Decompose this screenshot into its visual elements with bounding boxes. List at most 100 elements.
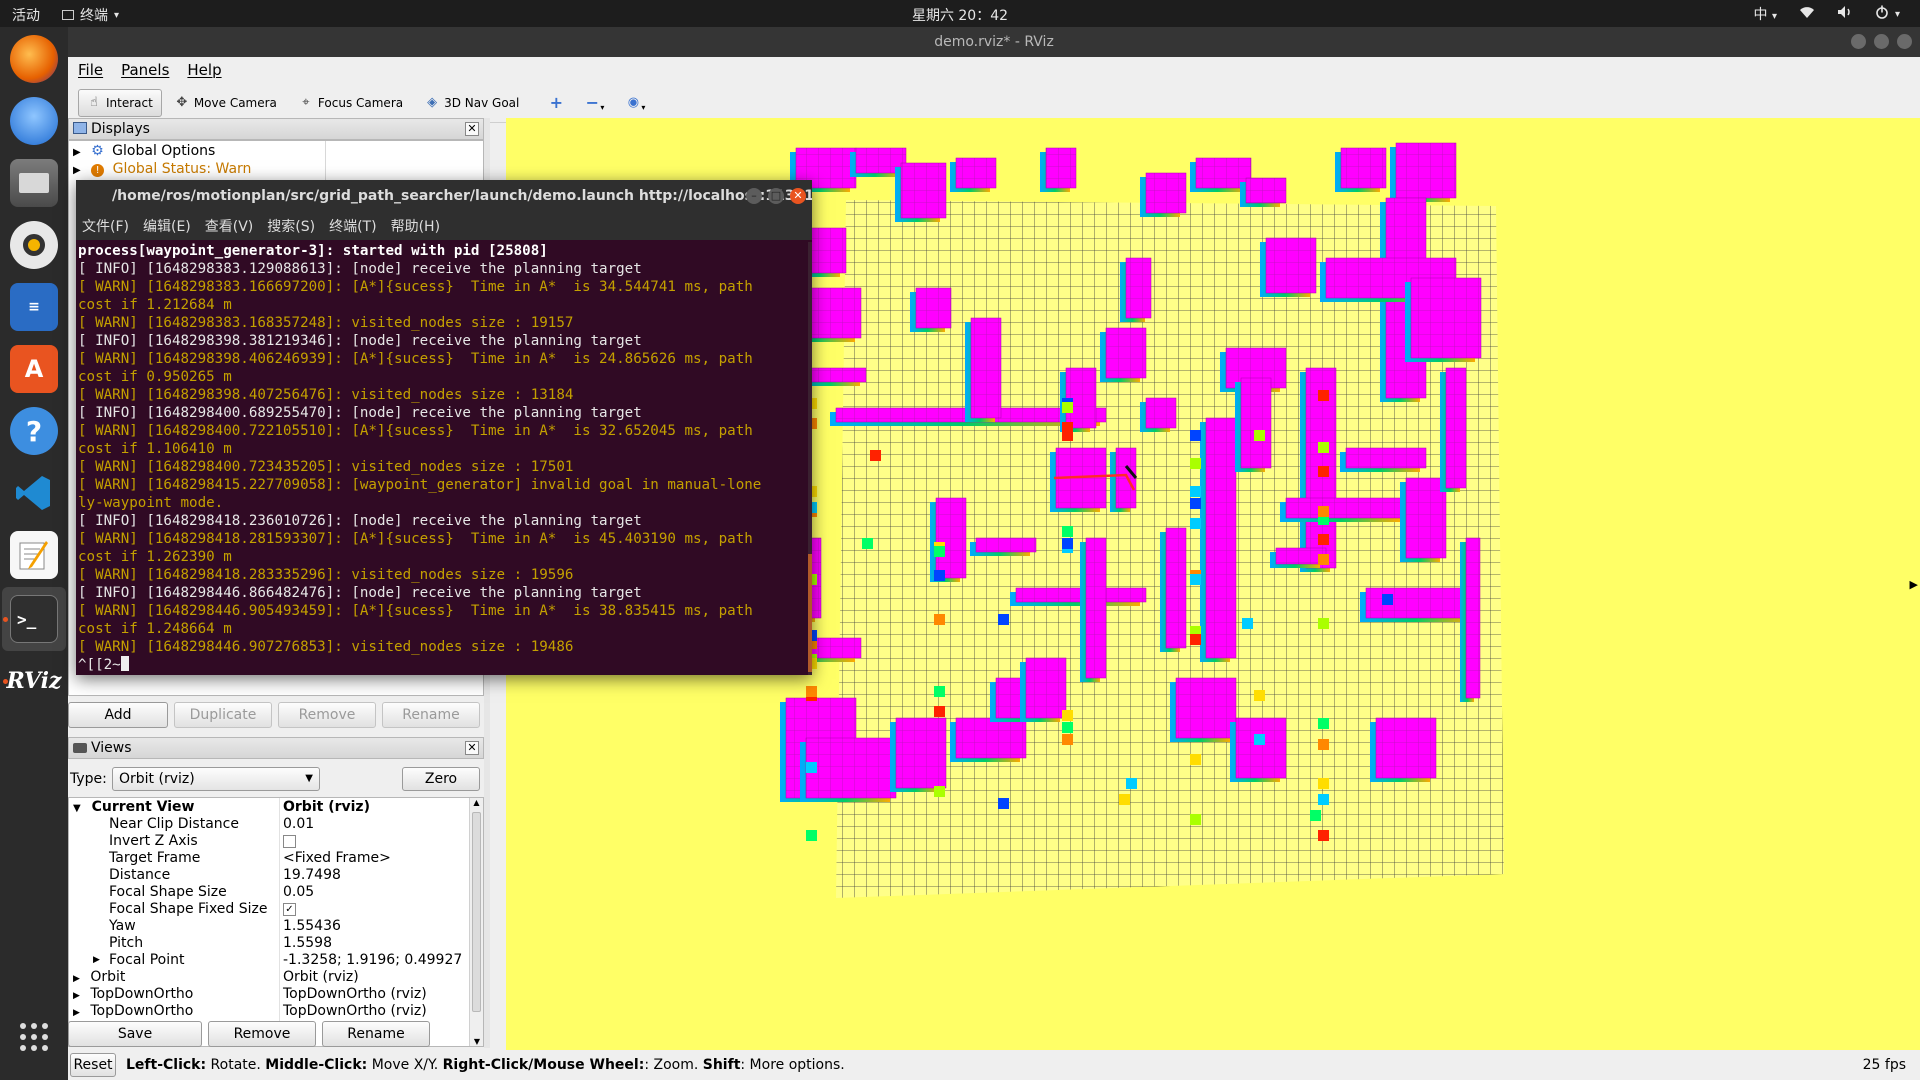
expand-right-arrow-icon[interactable]: ▶ — [1910, 578, 1918, 591]
expand-arrow-icon[interactable]: ▶ — [93, 952, 100, 969]
save-view-button[interactable]: Save — [68, 1021, 202, 1047]
terminal-icon[interactable]: >_ — [10, 595, 58, 643]
expand-arrow-icon[interactable]: ▶ — [73, 974, 80, 984]
expand-arrow-icon[interactable]: ▶ — [73, 147, 81, 158]
system-tray[interactable]: 中 ▾ ▾ — [1753, 4, 1900, 24]
expand-arrow-icon[interactable]: ▶ — [73, 165, 81, 176]
tool-properties-button[interactable]: ◉ ▾ — [617, 89, 654, 117]
input-method-indicator[interactable]: 中 ▾ — [1753, 4, 1776, 24]
prop-value[interactable]: 0.05 — [283, 884, 314, 901]
terminal-line: [ WARN] [1648298400.723435205]: visited_… — [78, 459, 574, 475]
voxel-cell — [1318, 442, 1329, 453]
add-display-button[interactable]: Add — [68, 702, 168, 728]
prop-value[interactable]: 19.7498 — [283, 867, 341, 884]
firefox-icon[interactable] — [10, 35, 58, 83]
invert-z-checkbox[interactable] — [283, 835, 296, 848]
help-icon[interactable]: ? — [10, 407, 58, 455]
minimize-button[interactable]: – — [746, 188, 762, 204]
add-tool-button[interactable]: + — [540, 89, 572, 117]
expand-arrow-icon[interactable]: ▶ — [73, 1008, 80, 1018]
files-icon[interactable] — [10, 159, 58, 207]
view-type-select[interactable]: Orbit (rviz) ▼ — [112, 767, 320, 791]
scroll-thumb[interactable] — [808, 554, 812, 672]
zero-button[interactable]: Zero — [402, 767, 480, 791]
prop-value[interactable]: <Fixed Frame> — [283, 850, 391, 867]
prop-row[interactable]: Invert Z Axis — [69, 833, 469, 850]
text-editor-icon[interactable] — [10, 531, 58, 579]
prop-value[interactable]: 1.55436 — [283, 918, 341, 935]
nav-goal-tool[interactable]: ◈ 3D Nav Goal — [416, 89, 528, 117]
voxel-cell — [1062, 526, 1073, 537]
terminal-menu-help[interactable]: 帮助(H) — [391, 216, 440, 236]
prop-row[interactable]: Focal Shape Fixed Size ✓ — [69, 901, 469, 918]
software-center-icon[interactable]: A — [10, 345, 58, 393]
terminal-scrollbar[interactable] — [808, 242, 812, 675]
menu-panels[interactable]: Panels — [121, 61, 169, 79]
interact-tool-label: Interact — [106, 95, 153, 110]
terminal-menu-search[interactable]: 搜索(S) — [267, 216, 315, 236]
duplicate-display-button[interactable]: Duplicate — [174, 702, 272, 728]
wifi-icon[interactable] — [1799, 5, 1815, 23]
tree-row-saved-view[interactable]: ▶ Orbit Orbit (rviz) — [73, 969, 473, 986]
prop-value[interactable]: 1.5598 — [283, 935, 332, 952]
libreoffice-writer-icon[interactable]: ≡ — [10, 283, 58, 331]
views-tree[interactable]: ▲ ▼ ▼ Current View Orbit (rviz) Near Cli… — [68, 797, 484, 1047]
maximize-button[interactable]: □ — [768, 188, 784, 204]
terminal-menu-file[interactable]: 文件(F) — [82, 216, 129, 236]
move-camera-tool[interactable]: ✥ Move Camera — [166, 89, 286, 117]
prop-row[interactable]: Distance 19.7498 — [69, 867, 469, 884]
tree-row-saved-view[interactable]: ▶ TopDownOrtho TopDownOrtho (rviz) — [73, 1003, 473, 1020]
maximize-button[interactable] — [1874, 34, 1889, 49]
tree-row-saved-view[interactable]: ▶ TopDownOrtho TopDownOrtho (rviz) — [73, 986, 473, 1003]
interact-tool[interactable]: ☝ Interact — [78, 88, 162, 117]
terminal-output[interactable]: process[waypoint_generator-3]: started w… — [76, 242, 812, 675]
running-indicator — [3, 617, 8, 622]
focus-camera-tool[interactable]: ⌖ Focus Camera — [290, 89, 412, 117]
minimize-button[interactable] — [1851, 34, 1866, 49]
scroll-thumb[interactable] — [472, 812, 481, 1012]
voxel-cell — [998, 614, 1009, 625]
collapse-arrow-icon[interactable]: ▼ — [73, 803, 81, 814]
vscode-icon[interactable] — [10, 469, 58, 517]
tree-row-global-options[interactable]: ▶ ⚙ Global Options — [73, 143, 215, 160]
reset-button[interactable]: Reset — [70, 1053, 116, 1077]
show-applications-icon[interactable] — [10, 1013, 58, 1061]
terminal-menu-terminal[interactable]: 终端(T) — [329, 216, 376, 236]
prop-row[interactable]: ▶ Focal Point -1.3258; 1.9196; 0.49927 — [69, 952, 469, 969]
prop-row[interactable]: Near Clip Distance 0.01 — [69, 816, 469, 833]
remove-tool-button[interactable]: − ▾ — [576, 89, 613, 117]
focal-fixed-size-checkbox[interactable]: ✓ — [283, 903, 296, 916]
terminal-menu-view[interactable]: 查看(V) — [205, 216, 254, 236]
close-button[interactable] — [1897, 34, 1912, 49]
menu-help[interactable]: Help — [187, 61, 221, 79]
volume-icon[interactable] — [1837, 5, 1853, 23]
tree-row-current-view[interactable]: ▼ Current View Orbit (rviz) — [73, 799, 473, 816]
close-button[interactable]: ✕ — [790, 188, 806, 204]
remove-view-button[interactable]: Remove — [208, 1021, 316, 1047]
close-icon[interactable]: ✕ — [465, 122, 479, 136]
prop-value[interactable]: -1.3258; 1.9196; 0.49927 — [283, 952, 462, 969]
tree-row-global-status[interactable]: ▶ ! Global Status: Warn — [73, 161, 251, 178]
rename-view-button[interactable]: Rename — [322, 1021, 430, 1047]
window-titlebar[interactable]: demo.rviz* - RViz — [68, 27, 1920, 57]
terminal-window[interactable]: /home/ros/motionplan/src/grid_path_searc… — [76, 180, 812, 675]
terminal-titlebar[interactable]: /home/ros/motionplan/src/grid_path_searc… — [76, 180, 812, 212]
scroll-down-arrow[interactable]: ▼ — [470, 1037, 483, 1046]
rviz-icon[interactable]: RViz — [6, 657, 61, 705]
prop-row[interactable]: Yaw 1.55436 — [69, 918, 469, 935]
expand-arrow-icon[interactable]: ▶ — [73, 991, 80, 1001]
rhythmbox-icon[interactable] — [10, 221, 58, 269]
prop-row[interactable]: Pitch 1.5598 — [69, 935, 469, 952]
remove-display-button[interactable]: Remove — [278, 702, 376, 728]
thunderbird-icon[interactable] — [10, 97, 58, 145]
power-icon[interactable] — [1875, 5, 1889, 23]
voxel-cell — [1318, 390, 1329, 401]
prop-value[interactable]: 0.01 — [283, 816, 314, 833]
terminal-menu-edit[interactable]: 编辑(E) — [143, 216, 191, 236]
close-icon[interactable]: ✕ — [465, 741, 479, 755]
prop-row[interactable]: Target Frame <Fixed Frame> — [69, 850, 469, 867]
clock[interactable]: 星期六 20：42 — [0, 5, 1920, 25]
prop-row[interactable]: Focal Shape Size 0.05 — [69, 884, 469, 901]
menu-file[interactable]: File — [78, 61, 103, 79]
rename-display-button[interactable]: Rename — [382, 702, 480, 728]
